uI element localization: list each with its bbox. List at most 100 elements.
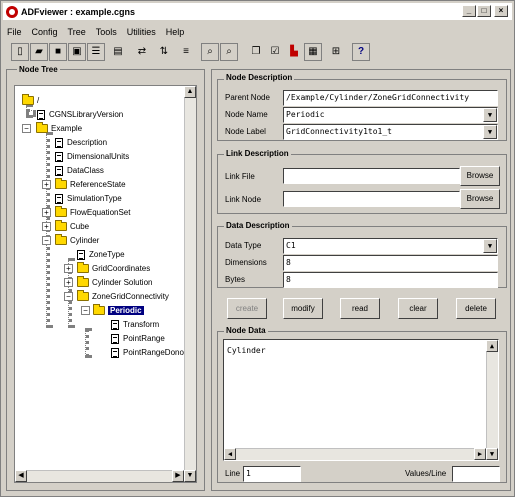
scroll-left-icon[interactable]: ◀ xyxy=(224,448,236,460)
move-icon[interactable]: ⇄ xyxy=(133,43,151,61)
filter-icon[interactable]: ⊞ xyxy=(327,43,345,61)
tree-node[interactable]: Transform xyxy=(111,318,159,331)
tree-vertical-scrollbar[interactable]: ▲ xyxy=(184,86,196,470)
check-icon[interactable]: ☑ xyxy=(266,43,284,61)
tree-node-label: CGNSLibraryVersion xyxy=(49,110,124,119)
dimensions-field[interactable]: 8 xyxy=(283,255,498,271)
title-bar[interactable]: ADFviewer : example.cgns _ □ × xyxy=(3,3,512,20)
scroll-right-icon[interactable]: ▶ xyxy=(474,448,486,460)
find-icon[interactable]: ⌕ xyxy=(201,43,219,61)
expander-expand[interactable]: + xyxy=(42,222,51,231)
tree-node[interactable]: Cylinder Solution xyxy=(77,276,152,289)
parent-node-field[interactable]: /Example/Cylinder/ZoneGridConnectivity xyxy=(283,90,498,106)
scroll-up-icon[interactable]: ▲ xyxy=(486,340,498,352)
tree-node-label: Example xyxy=(51,124,83,133)
help-icon[interactable]: ? xyxy=(352,43,370,61)
delete-button[interactable]: delete xyxy=(456,298,496,319)
menu-help[interactable]: Help xyxy=(166,25,185,39)
tree-node-label: GridCoordinates xyxy=(92,264,151,273)
tree-node[interactable]: CGNSLibraryVersion xyxy=(37,108,123,121)
link-file-field[interactable] xyxy=(283,168,460,184)
tree-node[interactable]: Cube xyxy=(55,220,89,233)
open-folder-icon[interactable]: ▰ xyxy=(30,43,48,61)
tree-node[interactable]: ReferenceState xyxy=(55,178,126,191)
modify-button[interactable]: modify xyxy=(283,298,323,319)
tree-node-label: ZoneType xyxy=(89,250,125,259)
tree-node[interactable]: Cylinder xyxy=(55,234,99,247)
expander-expand[interactable]: + xyxy=(64,278,73,287)
expander-collapse[interactable]: − xyxy=(42,236,51,245)
node-name-dropdown[interactable]: Periodic ▼ xyxy=(283,107,498,123)
scroll-left-icon[interactable]: ◀ xyxy=(15,470,27,482)
tree-node[interactable]: PointRange xyxy=(111,332,165,345)
spreadsheet-icon[interactable]: ▤ xyxy=(109,43,127,61)
browse-link-node-button[interactable]: Browse xyxy=(460,189,500,209)
node-data-textarea[interactable]: Cylinder ▲ ◀ ▶ ▼ xyxy=(223,339,499,461)
tree-node[interactable]: FlowEquationSet xyxy=(55,206,130,219)
tree-node[interactable]: ZoneType xyxy=(77,248,125,261)
tree-node[interactable]: ZoneGridConnectivity xyxy=(77,290,169,303)
expander-collapse[interactable]: − xyxy=(81,306,90,315)
scroll-down-icon[interactable]: ▼ xyxy=(486,448,498,460)
compare-icon[interactable]: ≡ xyxy=(177,43,195,61)
scroll-up-icon[interactable]: ▲ xyxy=(184,86,196,98)
tree-node[interactable]: DataClass xyxy=(55,164,104,177)
tree-node-selected[interactable]: Periodic xyxy=(93,304,144,317)
tree-node[interactable]: Example xyxy=(36,122,82,135)
expander-collapse[interactable]: − xyxy=(64,292,73,301)
menu-config[interactable]: Config xyxy=(32,25,58,39)
link-file-label: Link File xyxy=(225,172,255,181)
node-name-value: Periodic xyxy=(286,110,325,119)
scroll-right-icon[interactable]: ▶ xyxy=(172,470,184,482)
create-button[interactable]: create xyxy=(227,298,267,319)
grid-icon[interactable]: ▦ xyxy=(304,43,322,61)
read-button[interactable]: read xyxy=(340,298,380,319)
tree-node[interactable]: PointRangeDonor xyxy=(111,346,187,359)
values-per-line-field[interactable] xyxy=(452,466,500,482)
export-icon[interactable]: ▣ xyxy=(68,43,86,61)
folder-icon xyxy=(93,304,105,315)
tree-node[interactable]: GridCoordinates xyxy=(77,262,150,275)
chevron-down-icon[interactable]: ▼ xyxy=(483,108,497,122)
copy-icon[interactable]: ❐ xyxy=(247,43,265,61)
expander-collapse[interactable]: − xyxy=(22,124,31,133)
node-label-value: GridConnectivity1to1_t xyxy=(286,127,392,136)
close-button[interactable]: × xyxy=(494,5,508,17)
properties-icon[interactable]: ☰ xyxy=(87,43,105,61)
expander-expand[interactable]: + xyxy=(42,208,51,217)
expander-expand[interactable]: + xyxy=(42,180,51,189)
chevron-down-icon[interactable]: ▼ xyxy=(483,125,497,139)
find-next-icon[interactable]: ⌕ xyxy=(220,43,238,61)
node-data-horizontal-scrollbar[interactable]: ◀ xyxy=(224,448,474,460)
tree-node[interactable]: DimensionalUnits xyxy=(55,150,129,163)
tree-node-root[interactable]: / xyxy=(22,94,39,107)
minimize-button[interactable]: _ xyxy=(462,5,476,17)
menu-tools[interactable]: Tools xyxy=(96,25,117,39)
transfer-icon[interactable]: ⇅ xyxy=(155,43,173,61)
node-data-title: Node Data xyxy=(224,326,268,336)
browse-link-file-button[interactable]: Browse xyxy=(460,166,500,186)
save-icon[interactable]: ■ xyxy=(49,43,67,61)
data-type-dropdown[interactable]: C1 ▼ xyxy=(283,238,498,254)
new-file-icon[interactable]: ▯ xyxy=(11,43,29,61)
data-type-value: C1 xyxy=(286,241,296,250)
menu-file[interactable]: File xyxy=(7,25,22,39)
node-label-dropdown[interactable]: GridConnectivity1to1_t ▼ xyxy=(283,124,498,140)
tree-node[interactable]: Description xyxy=(55,136,107,149)
tree-horizontal-scrollbar[interactable]: ◀ ▶ xyxy=(15,470,184,482)
scroll-down-icon[interactable]: ▼ xyxy=(184,470,196,482)
tree-node-label: PointRangeDonor xyxy=(123,348,187,357)
menu-utilities[interactable]: Utilities xyxy=(127,25,156,39)
plot-icon[interactable]: ▙ xyxy=(285,43,303,61)
expander-expand[interactable]: + xyxy=(64,264,73,273)
menu-tree[interactable]: Tree xyxy=(68,25,86,39)
link-node-field[interactable] xyxy=(283,191,460,207)
bytes-field[interactable]: 8 xyxy=(283,272,498,288)
node-tree[interactable]: − + + + − + + − − / CGNSLibraryVersion E… xyxy=(14,85,197,483)
tree-node[interactable]: SimulationType xyxy=(55,192,122,205)
node-data-vertical-scrollbar[interactable]: ▲ xyxy=(486,340,498,448)
line-field[interactable]: 1 xyxy=(243,466,301,482)
clear-button[interactable]: clear xyxy=(398,298,438,319)
maximize-button[interactable]: □ xyxy=(477,5,491,17)
chevron-down-icon[interactable]: ▼ xyxy=(483,239,497,253)
